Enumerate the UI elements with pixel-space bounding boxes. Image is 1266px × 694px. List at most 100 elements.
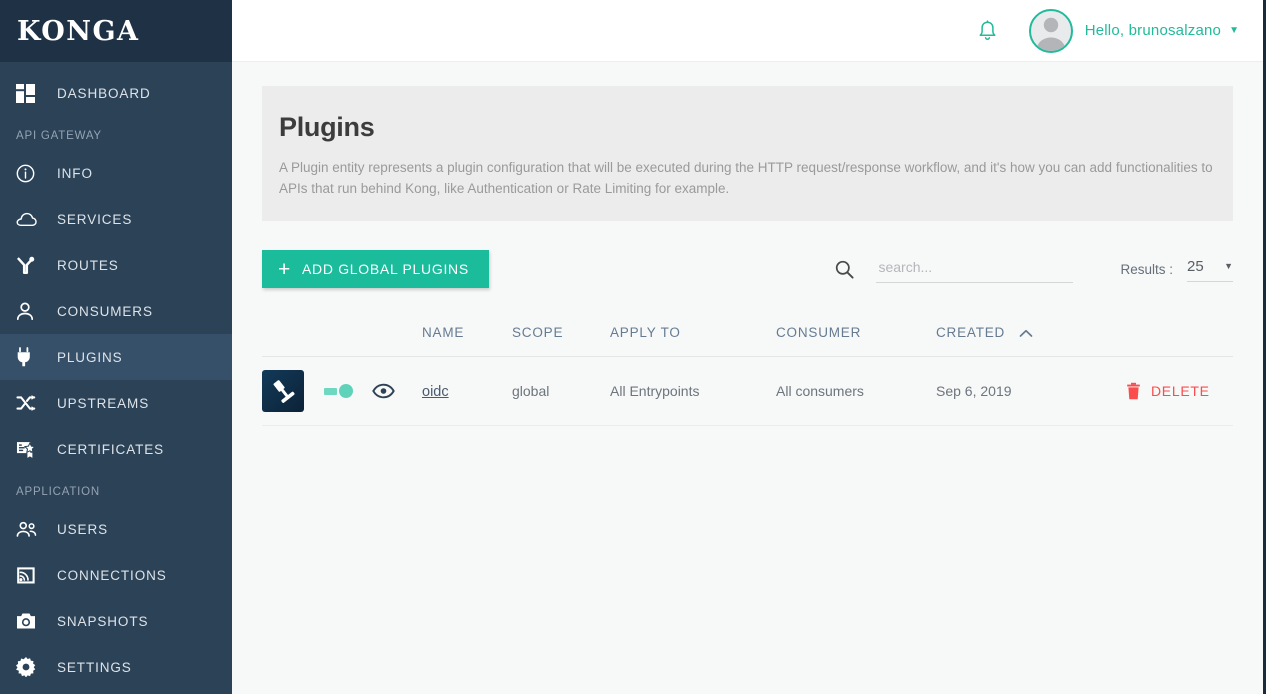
cell-scope: global — [512, 356, 610, 427]
sidebar-item-label: SERVICES — [57, 211, 133, 227]
sidebar: KONGA DASHBOARD API GATEWAY INFO SERVICES RO… — [0, 0, 232, 694]
cell-created: Sep 6, 2019 — [936, 356, 1126, 427]
page-title: Plugins — [279, 112, 375, 142]
th-toggle — [324, 315, 372, 358]
results-per-page-value: 25 — [1187, 258, 1204, 276]
th-name[interactable]: NAME — [422, 315, 512, 358]
toolbar-row: + ADD GLOBAL PLUGINS Results : 25 ▼ — [262, 249, 1233, 289]
sidebar-nav: DASHBOARD API GATEWAY INFO SERVICES ROUTES CO… — [0, 62, 232, 690]
th-eye — [372, 315, 422, 358]
add-global-plugins-button[interactable]: + ADD GLOBAL PLUGINS — [262, 250, 489, 289]
app-logo[interactable]: KONGA — [0, 0, 232, 62]
logo-text: KONGA — [17, 15, 140, 47]
gear-icon — [16, 657, 44, 677]
sidebar-item-snapshots[interactable]: SNAPSHOTS — [0, 598, 232, 644]
cell-action: DELETE — [1126, 356, 1233, 427]
search-icon — [835, 260, 855, 279]
plugins-table: NAME SCOPE APPLY TO CONSUMER CREATED oid… — [262, 315, 1233, 427]
sidebar-item-dashboard[interactable]: DASHBOARD — [0, 70, 232, 116]
sidebar-item-label: CONNECTIONS — [57, 567, 167, 583]
sidebar-item-label: SETTINGS — [57, 659, 132, 675]
sidebar-section-label: APPLICATION — [16, 486, 100, 498]
cell-name: oidc — [422, 356, 512, 427]
table-header: NAME SCOPE APPLY TO CONSUMER CREATED — [262, 315, 1233, 358]
dashboard-grid-icon — [16, 83, 44, 103]
sidebar-item-label: UPSTREAMS — [57, 395, 150, 411]
th-created[interactable]: CREATED — [936, 315, 1126, 358]
sidebar-section-label: API GATEWAY — [16, 130, 102, 142]
sidebar-item-label: INFO — [57, 165, 93, 181]
th-created-label: CREATED — [936, 325, 1006, 341]
connections-cast-icon — [16, 566, 44, 585]
toggle-track — [324, 387, 337, 395]
gavel-plugin-icon — [262, 370, 304, 413]
sidebar-item-upstreams[interactable]: UPSTREAMS — [0, 380, 232, 426]
cell-toggle — [324, 356, 372, 427]
user-avatar-placeholder-icon — [1036, 17, 1066, 51]
delete-label: DELETE — [1151, 383, 1210, 400]
chevron-up-icon — [1019, 329, 1033, 338]
bell-icon — [979, 19, 996, 40]
sidebar-item-label: SNAPSHOTS — [57, 613, 149, 629]
search-input[interactable] — [876, 255, 1074, 284]
toggle-knob — [339, 384, 353, 399]
results-label: Results : — [1120, 261, 1173, 277]
sidebar-item-routes[interactable]: ROUTES — [0, 242, 232, 288]
trash-icon — [1126, 382, 1141, 400]
th-scope-label: SCOPE — [512, 325, 564, 341]
cloud-icon — [16, 212, 44, 227]
content-scroll-area: Plugins A Plugin entity represents a plu… — [232, 62, 1263, 694]
sidebar-item-label: DASHBOARD — [57, 85, 151, 101]
page-header-panel: Plugins A Plugin entity represents a plu… — [262, 86, 1233, 222]
add-global-plugins-label: ADD GLOBAL PLUGINS — [301, 261, 469, 278]
th-name-label: NAME — [422, 325, 465, 341]
sidebar-item-certificates[interactable]: CERTIFICATES — [0, 426, 232, 472]
person-icon — [16, 302, 44, 321]
page-description: A Plugin entity represents a plugin conf… — [279, 160, 1213, 197]
search-and-results: Results : 25 ▼ — [835, 255, 1233, 284]
th-scope[interactable]: SCOPE — [512, 315, 610, 358]
table-row: oidc global All Entrypoints All consumers Se… — [262, 356, 1233, 427]
th-apply-to-label: APPLY TO — [610, 325, 681, 341]
table-header-row: NAME SCOPE APPLY TO CONSUMER CREATED — [262, 315, 1233, 358]
sidebar-item-connections[interactable]: CONNECTIONS — [0, 552, 232, 598]
notifications-bell-button[interactable] — [978, 19, 997, 42]
cell-apply-to: All Entrypoints — [610, 356, 776, 427]
main-area: Hello, brunosalzano ▼ Plugins A Plugin e… — [232, 0, 1263, 694]
routes-branch-icon — [16, 256, 44, 275]
certificate-icon — [16, 440, 44, 459]
avatar — [1028, 8, 1073, 53]
user-menu[interactable]: Hello, brunosalzano ▼ — [1028, 8, 1239, 53]
cell-consumer: All consumers — [776, 356, 936, 427]
caret-down-icon: ▼ — [1229, 24, 1239, 36]
plug-icon — [16, 347, 44, 367]
th-consumer[interactable]: CONSUMER — [776, 315, 936, 358]
th-consumer-label: CONSUMER — [776, 325, 862, 341]
results-per-page-select[interactable]: 25 ▼ — [1187, 256, 1233, 283]
eye-icon[interactable] — [372, 383, 422, 399]
sidebar-item-users[interactable]: USERS — [0, 506, 232, 552]
cell-preview — [372, 356, 422, 427]
sidebar-item-plugins[interactable]: PLUGINS — [0, 334, 232, 380]
plugin-enabled-toggle[interactable] — [324, 384, 354, 399]
sidebar-item-label: ROUTES — [57, 257, 119, 273]
shuffle-icon — [16, 394, 44, 412]
sidebar-item-label: CERTIFICATES — [57, 441, 165, 457]
users-group-icon — [16, 521, 44, 538]
konga-app-window: KONGA DASHBOARD API GATEWAY INFO SERVICES RO… — [0, 0, 1266, 694]
sidebar-item-info[interactable]: INFO — [0, 150, 232, 196]
th-apply-to[interactable]: APPLY TO — [610, 315, 776, 358]
cell-plugin-icon — [262, 356, 324, 427]
sidebar-item-consumers[interactable]: CONSUMERS — [0, 288, 232, 334]
sidebar-item-label: USERS — [57, 521, 109, 537]
plus-icon: + — [278, 257, 291, 281]
plugin-name-link[interactable]: oidc — [422, 384, 449, 400]
sidebar-item-settings[interactable]: SETTINGS — [0, 644, 232, 690]
delete-button[interactable]: DELETE — [1126, 382, 1210, 400]
info-circle-icon — [16, 164, 44, 183]
th-icon — [262, 315, 324, 358]
user-greeting: Hello, brunosalzano — [1084, 22, 1222, 39]
th-action — [1126, 315, 1233, 358]
sidebar-item-label: CONSUMERS — [57, 303, 153, 319]
sidebar-item-services[interactable]: SERVICES — [0, 196, 232, 242]
